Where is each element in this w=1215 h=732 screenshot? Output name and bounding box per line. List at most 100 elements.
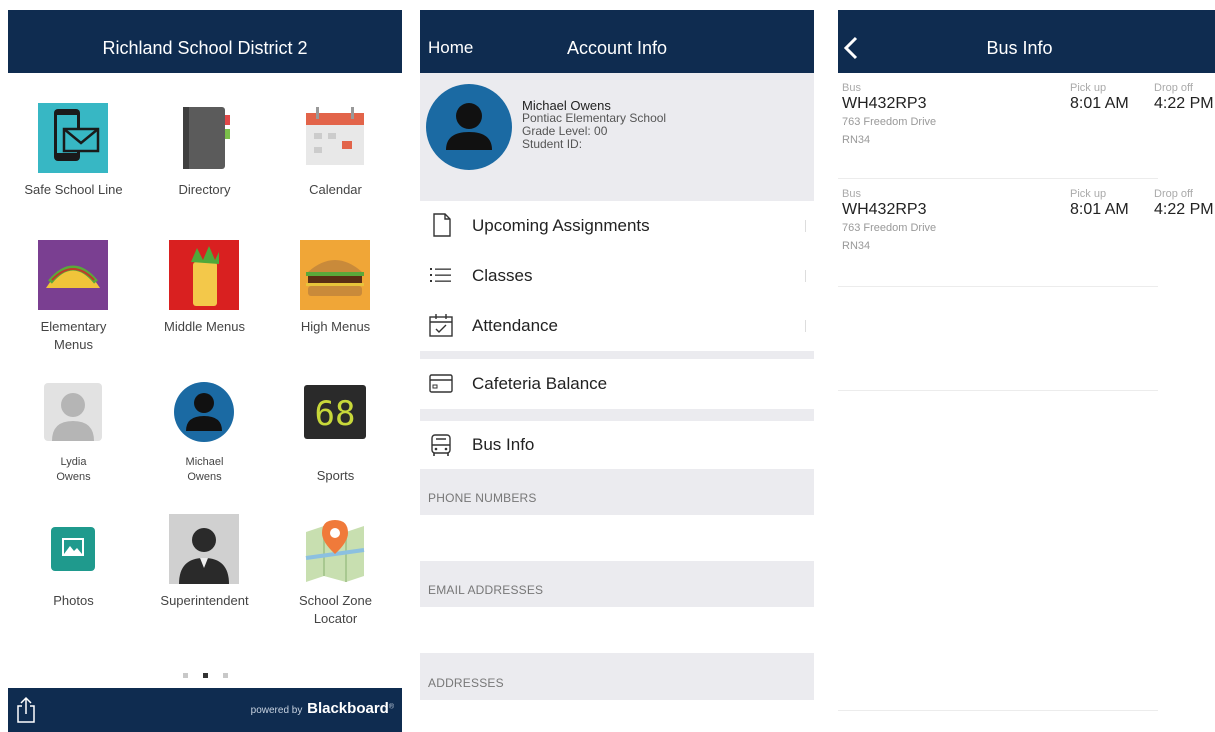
bus-number: WH432RP3 [842, 201, 927, 218]
tile-safe-school-line[interactable]: Safe School Line [8, 73, 139, 210]
profile-details: Michael Owens Pontiac Elementary School … [522, 99, 666, 151]
row-divider [838, 286, 1158, 287]
document-icon [433, 213, 451, 237]
page-dot [223, 673, 228, 678]
tile-label: Middle Menus [164, 319, 245, 334]
tile-middle-menus[interactable]: Middle Menus [139, 210, 270, 347]
list-icon [430, 268, 451, 282]
page-indicator[interactable] [183, 673, 233, 681]
bus-cell: Bus WH432RP3 763 Freedom Drive RN34 [842, 82, 936, 149]
avatar-icon [446, 103, 492, 150]
tile-label: Superintendent [160, 593, 249, 608]
tile-label: Michael Owens [185, 456, 224, 483]
avatar-icon [174, 382, 234, 442]
bus-row: Bus WH432RP3 763 Freedom Drive RN34 Pick… [838, 188, 1215, 292]
row-divider [838, 178, 1158, 179]
page-dot-active [203, 673, 208, 678]
menu-group: Bus Info [420, 421, 814, 469]
home-navbar: Richland School District 2 [8, 10, 402, 73]
chevron-right-icon [800, 320, 806, 332]
tile-high-menus[interactable]: High Menus [270, 210, 401, 347]
tile-calendar[interactable]: Calendar [270, 73, 401, 210]
avatar[interactable] [426, 84, 512, 170]
bus-icon [431, 434, 451, 456]
chevron-right-icon [800, 220, 806, 232]
person-icon [44, 383, 102, 441]
pickup-time: 8:01 AM [1070, 95, 1129, 112]
phone-numbers-list [420, 515, 814, 561]
account-info-screen: Account Info Home Michael Owens Pontiac … [420, 10, 814, 732]
menu-attendance[interactable]: Attendance [420, 301, 814, 351]
tile-lydia-owens[interactable]: Lydia Owens [8, 347, 139, 484]
chevron-right-icon [800, 270, 806, 282]
phone-mail-icon [38, 103, 108, 173]
pickup-time: 8:01 AM [1070, 201, 1129, 218]
pickup-cell: Pick up 8:01 AM [1070, 82, 1129, 112]
dropoff-time: 4:22 PM [1154, 95, 1214, 112]
addresses-list [420, 700, 814, 732]
menu-cafeteria-balance[interactable]: Cafeteria Balance [420, 359, 814, 409]
home-screen: Richland School District 2 Safe School L… [8, 10, 402, 732]
tile-photos[interactable]: Photos [8, 484, 139, 621]
burrito-icon [169, 240, 239, 310]
section-addresses: ADDRESSES [428, 676, 504, 690]
tile-elementary-menus[interactable]: Elementary Menus [8, 210, 139, 352]
bus-cell: Bus WH432RP3 763 Freedom Drive RN34 [842, 188, 936, 255]
tile-superintendent[interactable]: Superintendent [139, 484, 270, 621]
tile-school-zone-locator[interactable]: School Zone Locator [270, 484, 401, 626]
tile-label: Safe School Line [24, 182, 123, 197]
calendar-check-icon [429, 314, 453, 337]
menu-bus-info[interactable]: Bus Info [420, 421, 814, 469]
tile-label: High Menus [300, 319, 371, 334]
tile-label: Sports [316, 468, 355, 483]
taco-icon [38, 240, 108, 310]
bus-route-code: RN34 [842, 240, 871, 252]
page-dot [183, 673, 188, 678]
dropoff-cell: Drop off 4:22 PM [1154, 82, 1214, 112]
account-navbar: Account Info Home [420, 10, 814, 73]
photos-icon [51, 527, 95, 571]
bus-number: WH432RP3 [842, 95, 927, 112]
share-icon[interactable] [16, 696, 36, 724]
tile-michael-owens[interactable]: Michael Owens [139, 347, 270, 484]
section-phone-numbers: PHONE NUMBERS [428, 491, 537, 505]
menu-upcoming-assignments[interactable]: Upcoming Assignments [420, 201, 814, 251]
menu-classes[interactable]: Classes [420, 251, 814, 301]
tile-label: School Zone Locator [299, 593, 372, 626]
bus-info-screen: Bus Info Bus WH432RP3 763 Freedom Drive … [838, 10, 1215, 732]
burger-icon [300, 240, 370, 310]
menu-group: Cafeteria Balance [420, 359, 814, 409]
card-icon [429, 374, 453, 393]
bus-route-code: RN34 [842, 134, 871, 146]
powered-by-blackboard[interactable]: powered by Blackboard® [251, 700, 394, 717]
scoreboard-icon: 68 [304, 385, 366, 439]
bus-address: 763 Freedom Drive [842, 116, 937, 128]
tile-directory[interactable]: Directory [139, 73, 270, 210]
section-email-addresses: EMAIL ADDRESSES [428, 583, 544, 597]
email-addresses-list [420, 607, 814, 653]
notebook-icon [183, 107, 230, 169]
svg-text:68: 68 [315, 394, 356, 434]
home-footer: powered by Blackboard® [8, 688, 402, 732]
dropoff-cell: Drop off 4:22 PM [1154, 188, 1214, 218]
app-grid: Safe School Line Directory Calendar Elem… [8, 73, 402, 688]
tile-label: Calendar [309, 182, 362, 197]
tile-sports[interactable]: 68 Sports [270, 347, 401, 484]
tile-label: Photos [53, 593, 94, 608]
bus-address: 763 Freedom Drive [842, 222, 937, 234]
row-divider [838, 390, 1158, 391]
home-button[interactable]: Home [428, 10, 473, 73]
student-id: Student ID: [522, 137, 583, 151]
person-photo-icon [169, 514, 239, 584]
tile-label: Lydia Owens [56, 456, 91, 483]
bus-row: Bus WH432RP3 763 Freedom Drive RN34 Pick… [838, 82, 1215, 186]
bus-navbar: Bus Info [838, 10, 1215, 73]
pickup-cell: Pick up 8:01 AM [1070, 188, 1129, 218]
profile-card: Michael Owens Pontiac Elementary School … [420, 73, 814, 201]
dropoff-time: 4:22 PM [1154, 201, 1214, 218]
home-title: Richland School District 2 [102, 38, 308, 58]
bus-title: Bus Info [986, 38, 1053, 58]
row-divider [838, 710, 1158, 711]
tile-label: Directory [178, 182, 231, 197]
menu-group: Upcoming Assignments Classes Attendance [420, 201, 814, 351]
